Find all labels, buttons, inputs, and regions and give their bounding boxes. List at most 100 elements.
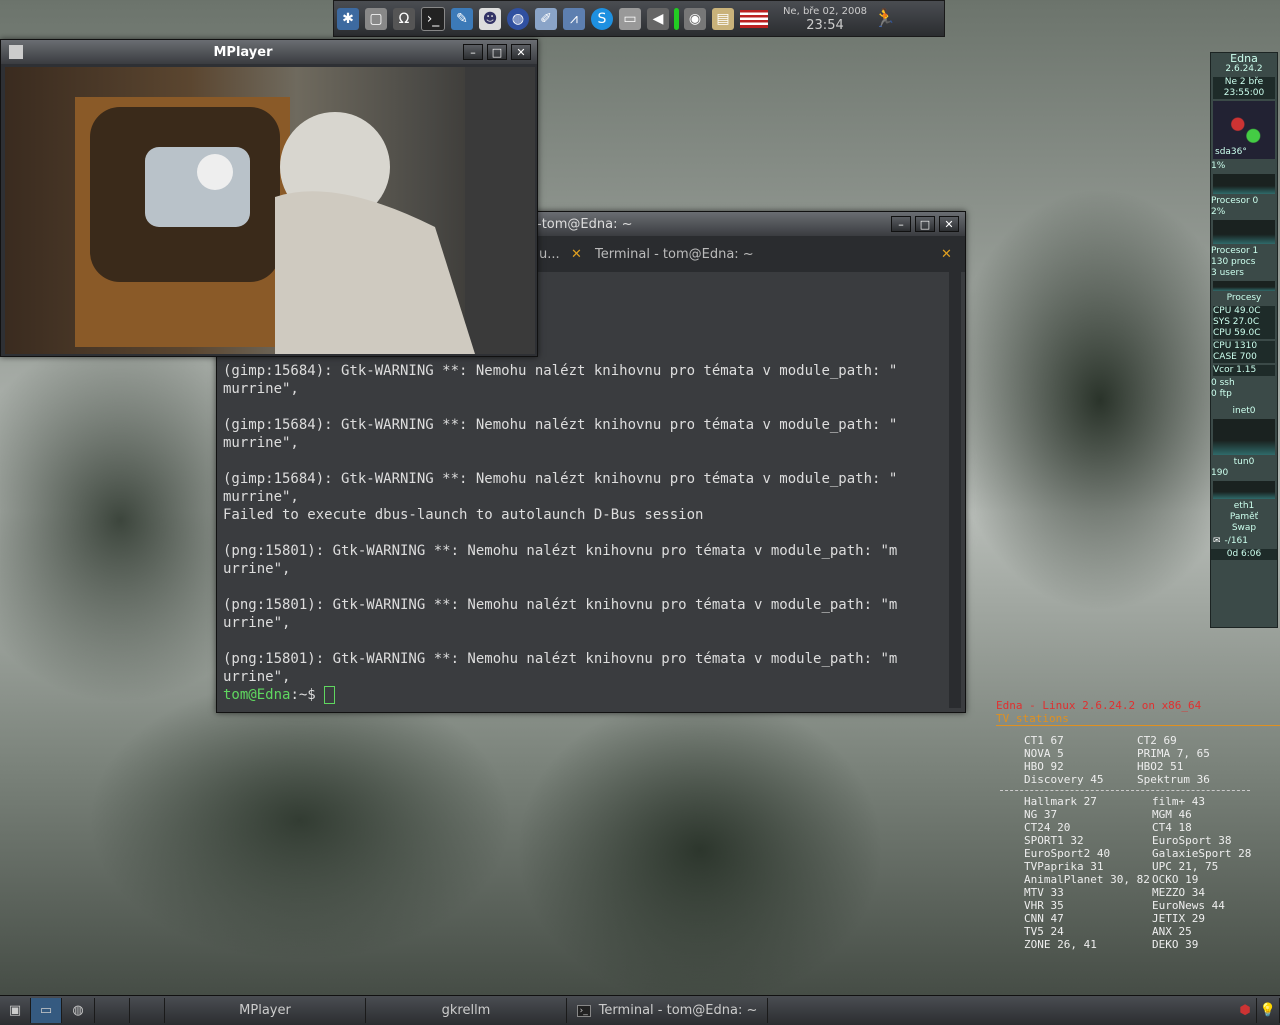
tv-station: SPORT1 32 [1024,834,1084,847]
tab-1-fragment[interactable]: u... [539,244,560,266]
terminal-line-text: (png:15801): Gtk-WARNING **: Nemohu nalé… [223,543,898,559]
conky-group-2-left: Hallmark 27 NG 37 CT24 20 SPORT1 32 EuroSpor… [1024,795,1152,951]
globe-icon[interactable]: ◍ [507,7,529,30]
close-button[interactable]: ✕ [939,216,959,232]
show-desktop-button[interactable]: ▭ [31,998,62,1023]
tv-station: CT2 69 [1137,734,1177,747]
paint-icon[interactable]: ✎ [451,7,473,30]
tab-2-close-icon[interactable]: ✕ [941,244,952,266]
terminal-line-text [223,525,231,541]
workspace-1[interactable] [95,998,130,1023]
prompt-path: :~$ [290,687,325,703]
tray-bulb-icon[interactable]: 💡 [1257,998,1280,1023]
drive-icon[interactable]: ▭ [619,7,641,30]
mplayer-titlebar[interactable]: MPlayer – □ ✕ [1,40,537,64]
conky-subtitle: TV stations [996,712,1280,726]
window-icon[interactable]: ▢ [365,7,387,30]
mail-icon[interactable]: ✉ [1213,536,1221,547]
gk-procs-chart [1213,281,1275,291]
browser-launcher-icon[interactable]: ◍ [62,998,95,1023]
bug-icon[interactable]: ☻ [479,7,501,30]
minimize-button[interactable]: – [891,216,911,232]
terminal-line: murrine", [223,380,945,398]
taskbar-item-terminal[interactable]: ›_ Terminal - tom@Edna: ~ [567,998,768,1023]
gk-inet: inet0 [1232,406,1256,416]
maximize-button[interactable]: □ [487,44,507,60]
gk-ssh: 0 ssh [1211,378,1235,388]
flag-icon[interactable] [740,9,768,28]
taskbar-item-label: gkrellm [441,1003,491,1018]
terminal-line [223,524,945,542]
taskbar-item-label: Terminal - tom@Edna: ~ [598,1003,758,1018]
gk-mem: Paměť [1229,512,1259,522]
terminal-line-text: murrine", [223,435,299,451]
tv-station: Spektrum 36 [1137,773,1210,786]
terminal-line-text: (png:15801): Gtk-WARNING **: Nemohu nalé… [223,651,898,667]
window-menu-icon[interactable] [9,45,23,59]
tv-station: HBO 92 [1024,760,1064,773]
mplayer-window[interactable]: MPlayer – □ ✕ [0,39,538,357]
skype-icon[interactable]: S [591,7,613,30]
terminal-line: (png:15801): Gtk-WARNING **: Nemohu nalé… [223,596,945,614]
gk-procesy: Procesy [1226,293,1262,303]
tv-station: NOVA 5 [1024,747,1064,760]
taskbar-item-mplayer[interactable]: MPlayer [165,998,366,1023]
run-icon[interactable]: 🏃 [874,8,896,30]
minimize-button[interactable]: – [463,44,483,60]
terminal-line: (gimp:15684): Gtk-WARNING **: Nemohu nal… [223,416,945,434]
terminal-line [223,632,945,650]
terminal-line-text: urrine", [223,669,291,685]
terminal-prompt[interactable]: tom@Edna:~$ [223,686,945,704]
terminal-scrollbar[interactable] [949,272,961,708]
gk-mail-count: -/161 [1224,536,1249,546]
gear-icon[interactable]: ✱ [337,7,359,30]
gk-eth: eth1 [1233,501,1255,511]
clock[interactable]: Ne, bře 02, 2008 23:54 [779,5,871,33]
menu-button[interactable]: ▣ [0,998,31,1023]
tv-station: OCKO 19 [1152,873,1199,886]
tv-station: JETIX 29 [1152,912,1205,925]
gk-vcor: Vcor 1.15 [1213,365,1275,376]
tv-station: DEKO 39 [1152,938,1199,951]
tv-station: EuroSport2 40 [1024,847,1111,860]
camera-icon[interactable]: ◉ [684,7,706,30]
gk-procs: 130 procs [1211,257,1256,267]
terminal-line: Failed to execute dbus-launch to autolau… [223,506,945,524]
gkrellm-monitor[interactable]: Edna 2.6.24.2 Ne 2 bře 23:55:00 sda36° 1… [1210,52,1278,628]
conky-panel: Edna - Linux 2.6.24.2 on x86_64 TV stati… [996,699,1280,979]
terminal-line-text: urrine", [223,561,291,577]
terminal-line: (gimp:15684): Gtk-WARNING **: Nemohu nal… [223,362,945,380]
terminal-line [223,452,945,470]
tray-shield-icon[interactable]: ⬢ [1234,998,1257,1023]
terminal-line-text [223,579,231,595]
workspace-2[interactable] [130,998,165,1023]
tv-station: HBO2 51 [1137,760,1184,773]
gk-sensor: sda36° [1215,147,1247,157]
monitor-icon[interactable]: ⩘ [563,7,585,30]
gk-fans: CPU 1310 CASE 700 [1213,341,1275,363]
headphones-icon[interactable]: Ω [393,7,415,30]
terminal-line [223,578,945,596]
gk-mail[interactable]: ✉ -/161 [1211,534,1277,549]
terminal-icon[interactable]: ›_ [421,6,445,31]
terminal-line-text: (gimp:15684): Gtk-WARNING **: Nemohu nal… [223,417,898,433]
video-frame[interactable] [5,67,535,354]
terminal-line-text: murrine", [223,489,299,505]
edit-icon[interactable]: ✐ [535,7,557,30]
clipboard-icon[interactable]: ▤ [712,7,734,30]
gk-date: Ne 2 bře [1224,77,1264,87]
speaker-icon[interactable]: ◀ [647,7,669,30]
gk-users: 3 users [1211,268,1244,278]
tv-station: EuroNews 44 [1152,899,1225,912]
gk-tun: tun0 [1233,457,1255,467]
tab-1-close-icon[interactable]: ✕ [571,244,582,266]
close-button[interactable]: ✕ [511,44,531,60]
tab-2[interactable]: Terminal - tom@Edna: ~ [595,244,754,266]
gk-cpu-pct: 1% [1211,161,1226,171]
tv-station: VHR 35 [1024,899,1064,912]
terminal-line: urrine", [223,560,945,578]
maximize-button[interactable]: □ [915,216,935,232]
gk-tun-chart [1213,481,1275,499]
taskbar-item-gkrellm[interactable]: gkrellm [366,998,567,1023]
tv-station: EuroSport 38 [1152,834,1232,847]
